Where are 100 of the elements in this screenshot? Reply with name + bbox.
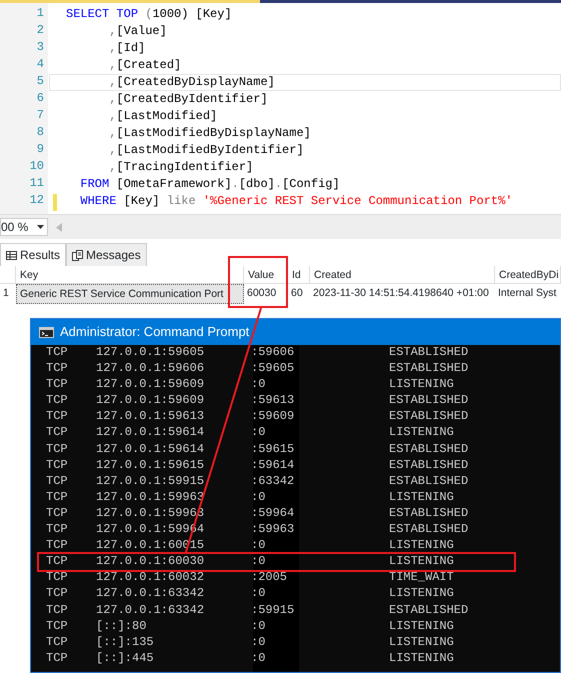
line-number: 12: [28, 193, 45, 209]
console-text: TCP: [46, 409, 69, 426]
console-text: ESTABLISHED: [389, 393, 470, 410]
console-text: TCP: [46, 361, 69, 378]
console-text: [::]:445: [96, 650, 155, 667]
column-header: Id: [288, 266, 310, 284]
console-text: :0: [251, 538, 266, 554]
console-text: :0: [251, 377, 266, 394]
console-text: ESTABLISHED: [389, 522, 470, 538]
console-text: :59606: [251, 345, 296, 361]
console-text: LISTENING: [389, 650, 455, 667]
line-number: 5: [36, 74, 45, 90]
console-text: TCP: [46, 618, 69, 635]
console-text: LISTENING: [389, 586, 455, 602]
console-text: LISTENING: [389, 554, 455, 570]
console-text: TCP: [46, 538, 69, 554]
console-text: 127.0.0.1:63342: [96, 586, 206, 602]
console-text: 127.0.0.1:59614: [96, 442, 206, 458]
console-text: 127.0.0.1:59614: [96, 425, 206, 442]
console-text: ESTABLISHED: [389, 409, 470, 426]
console-text: [::]:135: [96, 634, 155, 651]
console-text: 127.0.0.1:59615: [96, 458, 206, 474]
console-icon: [39, 326, 54, 338]
console-text: TCP: [46, 474, 69, 490]
console-text: :0: [251, 490, 266, 506]
console-text: 127.0.0.1:60030: [96, 554, 206, 570]
code-line: ,[LastModifiedByIdentifier]: [108, 142, 305, 159]
console-text: LISTENING: [389, 377, 455, 394]
console-text: :0: [251, 554, 266, 570]
table-cell[interactable]: Generic REST Service Communication Port: [16, 284, 244, 304]
console-text: :59613: [251, 393, 296, 410]
line-number: 4: [36, 57, 45, 73]
console-text: TCP: [46, 490, 69, 506]
console-text: TCP: [46, 522, 69, 538]
code-line: WHERE [Key] like '%Generic REST Service Communication Port%': [49, 193, 561, 210]
document-icon: [72, 250, 84, 260]
console-text: :59614: [251, 458, 296, 474]
console-text: ESTABLISHED: [389, 361, 470, 378]
console-text: ESTABLISHED: [389, 442, 470, 458]
console-text: :0: [251, 586, 266, 602]
line-number: 7: [36, 108, 45, 124]
console-text: :59609: [251, 409, 296, 426]
console-text: TIME_WAIT: [389, 570, 455, 586]
scroll-left-icon[interactable]: [56, 222, 62, 232]
table-cell[interactable]: Internal Syst: [495, 284, 561, 304]
line-number: 10: [28, 159, 45, 175]
console-text: :59964: [251, 506, 296, 522]
table-cell[interactable]: 60: [288, 284, 310, 304]
console-text: LISTENING: [389, 538, 455, 554]
console-text: TCP: [46, 602, 69, 618]
console-text: [::]:80: [96, 618, 148, 635]
console-text: 127.0.0.1:59609: [96, 377, 206, 394]
row-number: 1: [2, 286, 10, 301]
console-text: TCP: [46, 570, 69, 586]
console-text: :59615: [251, 442, 296, 458]
window-title: Administrator: Command Prompt: [60, 323, 250, 342]
line-number: 11: [28, 176, 45, 192]
column-header: CreatedByDi: [495, 266, 561, 284]
console-text: 127.0.0.1:60032: [96, 570, 206, 586]
console-text: ESTABLISHED: [389, 602, 470, 618]
table-cell[interactable]: 2023-11-30 14:51:54.4198640 +01:00: [310, 284, 495, 304]
console-text: 127.0.0.1:59606: [96, 361, 206, 378]
console-text: LISTENING: [389, 634, 455, 651]
highlight-box: [228, 256, 288, 308]
console-text: 127.0.0.1:59605: [96, 345, 206, 361]
console-text: TCP: [46, 586, 69, 602]
zoom-dropdown[interactable]: 00 %: [0, 218, 48, 236]
console-text: TCP: [46, 634, 69, 651]
console-text: :59963: [251, 522, 296, 538]
code-line: SELECT TOP (1000) [Key]: [65, 6, 233, 23]
table-cell[interactable]: 60030: [244, 284, 288, 304]
console-text: TCP: [46, 393, 69, 410]
line-number: 6: [36, 91, 45, 107]
result-tab[interactable]: Results: [0, 243, 66, 266]
console-text: 127.0.0.1:59609: [96, 393, 206, 410]
code-line: ,[Id]: [108, 40, 146, 57]
console-text: :2005: [251, 570, 288, 586]
console-text: LISTENING: [389, 490, 455, 506]
line-number: 1: [36, 6, 45, 22]
code-line: ,[Value]: [108, 23, 168, 40]
column-header: Created: [310, 266, 495, 284]
console-text: 127.0.0.1:59915: [96, 474, 206, 490]
code-line: ,[LastModified]: [108, 108, 218, 125]
console-text: TCP: [46, 425, 69, 442]
column-header: Value: [244, 266, 288, 284]
console-text: TCP: [46, 377, 69, 394]
result-tab[interactable]: Messages: [66, 243, 147, 266]
caret-icon: [37, 225, 44, 229]
line-number: 2: [36, 23, 45, 39]
console-text: :59605: [251, 361, 296, 378]
line-number: 9: [36, 142, 45, 158]
console-text: ESTABLISHED: [389, 458, 470, 474]
console-text: TCP: [46, 554, 69, 570]
console-text: TCP: [46, 650, 69, 667]
console-text: TCP: [46, 506, 69, 522]
code-line: ,[LastModifiedByDisplayName]: [108, 125, 312, 142]
console-text: :59915: [251, 602, 296, 618]
console-text: :0: [251, 650, 266, 667]
code-line: FROM [OmetaFramework].[dbo].[Config]: [79, 176, 341, 193]
grid-icon: [6, 250, 17, 260]
